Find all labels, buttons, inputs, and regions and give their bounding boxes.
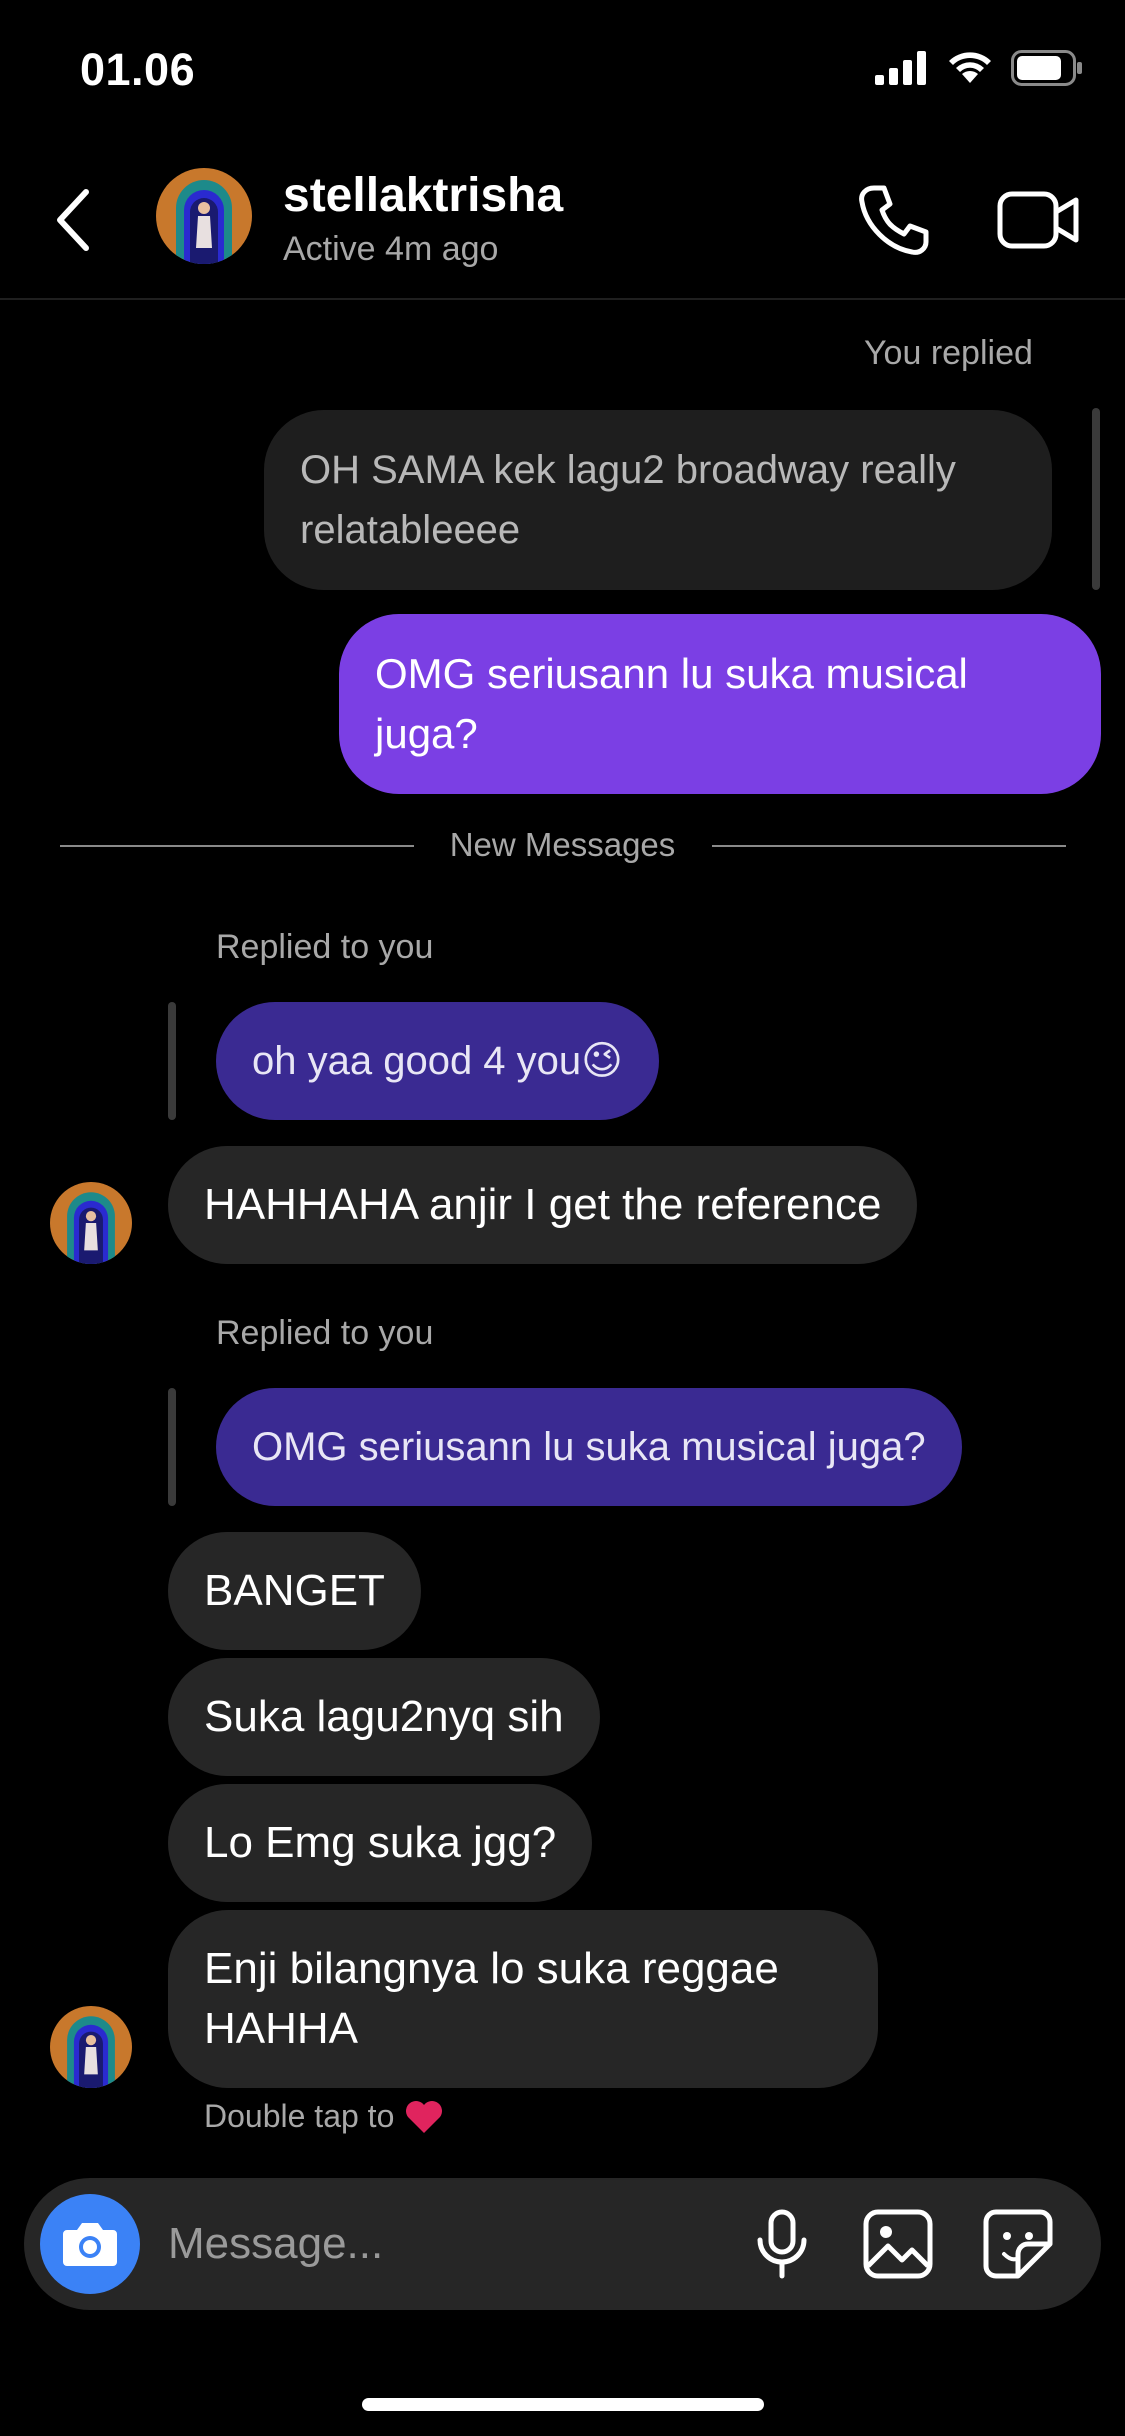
gallery-icon[interactable] <box>862 2208 934 2280</box>
chat-username[interactable]: stellaktrisha <box>283 168 563 223</box>
reply-quote-bubble[interactable]: oh yaa good 4 you😉 <box>216 1002 659 1120</box>
signal-icon <box>875 51 926 85</box>
received-message-bubble[interactable]: Lo Emg suka jgg? <box>168 1784 593 1902</box>
wifi-icon <box>949 52 991 83</box>
chat-header: stellaktrisha Active 4m ago <box>0 150 1125 300</box>
divider-line-right <box>712 845 1066 847</box>
reply-bar <box>168 1388 176 1506</box>
received-message-bubble[interactable]: BANGET <box>168 1532 421 1650</box>
avatar[interactable] <box>50 2006 132 2088</box>
camera-button[interactable] <box>40 2194 140 2294</box>
microphone-icon[interactable] <box>746 2208 818 2280</box>
avatar[interactable] <box>50 1182 132 1264</box>
received-message-bubble[interactable]: Suka lagu2nyq sih <box>168 1658 600 1776</box>
avatar[interactable] <box>156 168 252 264</box>
video-camera-icon[interactable] <box>996 180 1080 260</box>
replied-to-you-label: Replied to you <box>216 928 434 966</box>
quoted-message-bubble[interactable]: OH SAMA kek lagu2 broadway really relata… <box>264 410 1052 590</box>
received-message-bubble[interactable]: Enji bilangnya lo suka reggae HAHHA <box>168 1910 878 2088</box>
home-indicator[interactable] <box>362 2398 764 2411</box>
reply-quote-bubble[interactable]: OMG seriusann lu suka musical juga? <box>216 1388 962 1506</box>
active-status: Active 4m ago <box>283 230 499 268</box>
you-replied-label: You replied <box>864 334 1033 372</box>
double-tap-hint: Double tap to <box>204 2098 444 2135</box>
reply-bar <box>168 1002 176 1120</box>
scrollbar[interactable] <box>1092 408 1100 590</box>
sticker-icon[interactable] <box>982 2208 1054 2280</box>
camera-icon <box>63 2223 117 2266</box>
back-chevron-icon[interactable] <box>48 180 98 260</box>
status-icons <box>875 50 1083 86</box>
sent-message-bubble[interactable]: OMG seriusann lu suka musical juga? <box>339 614 1101 794</box>
status-time: 01.06 <box>80 44 196 95</box>
received-message-bubble[interactable]: HAHHAHA anjir I get the reference <box>168 1146 918 1264</box>
message-composer <box>24 2178 1101 2310</box>
heart-icon <box>406 2100 443 2133</box>
replied-to-you-label: Replied to you <box>216 1314 434 1352</box>
message-input[interactable] <box>168 2204 728 2284</box>
phone-icon[interactable] <box>852 180 932 260</box>
double-tap-label: Double tap to <box>204 2098 395 2134</box>
battery-icon <box>1011 50 1082 86</box>
